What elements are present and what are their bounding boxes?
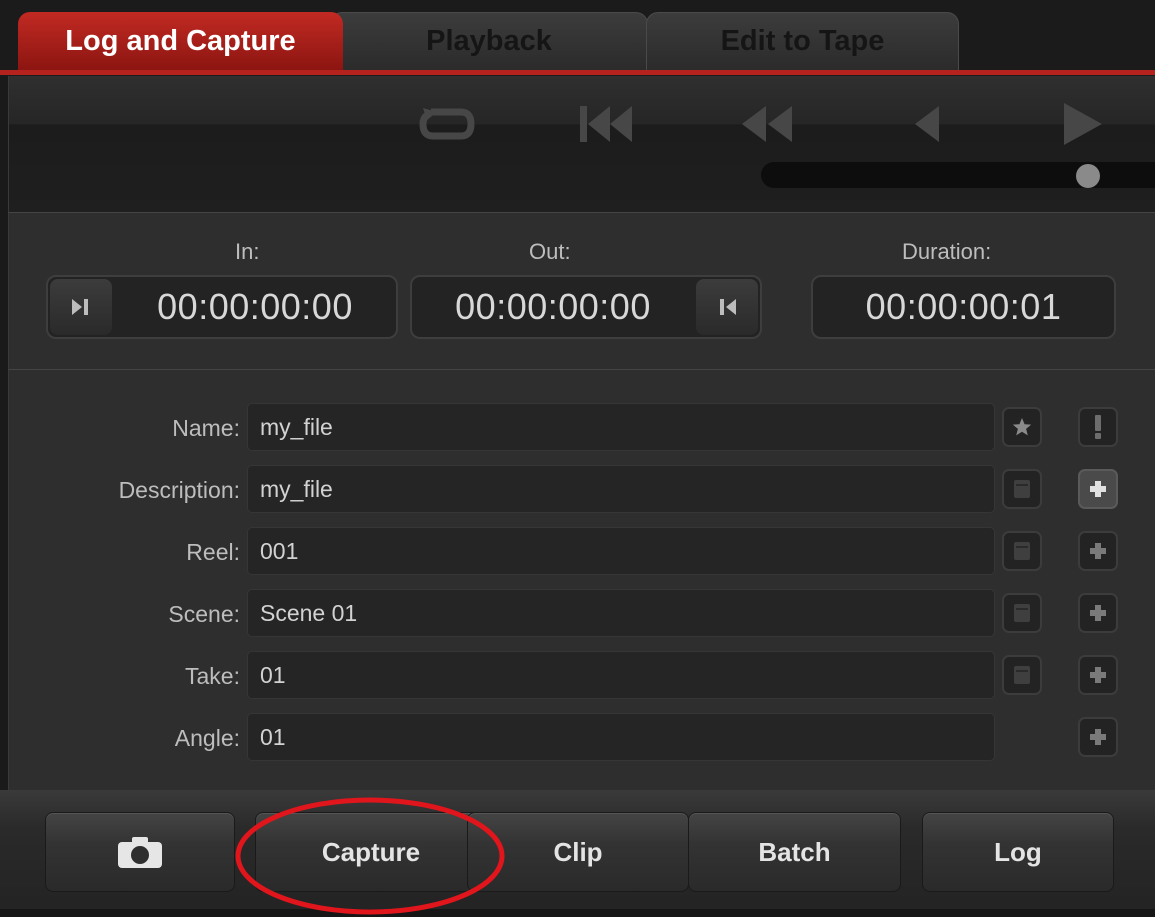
star-icon xyxy=(1012,418,1032,436)
clip-button[interactable]: Clip xyxy=(467,812,689,892)
tab-underline xyxy=(0,70,1155,75)
slate-icon xyxy=(1014,480,1030,498)
clip-metadata-panel: Name: my_file Description: my_file Reel:… xyxy=(8,370,1155,790)
reel-label: Reel: xyxy=(186,539,240,565)
plus-icon xyxy=(1090,729,1106,745)
description-add-button[interactable] xyxy=(1078,469,1118,509)
tab-log-and-capture[interactable]: Log and Capture xyxy=(18,12,343,70)
scene-add-button[interactable] xyxy=(1078,593,1118,633)
camera-icon xyxy=(118,837,162,868)
rewind-icon xyxy=(742,106,792,142)
jog-scrub-bar[interactable] xyxy=(761,162,1155,188)
step-back-icon xyxy=(915,106,939,142)
duration-label: Duration: xyxy=(902,239,992,264)
transport-controls xyxy=(8,76,1155,212)
rewind-button[interactable] xyxy=(731,98,801,150)
take-add-button[interactable] xyxy=(1078,655,1118,695)
angle-row: Angle: 01 xyxy=(9,713,1155,763)
name-field[interactable]: my_file xyxy=(247,403,995,451)
out-label: Out: xyxy=(529,239,571,264)
scene-slate-button[interactable] xyxy=(1002,593,1042,633)
scene-field[interactable]: Scene 01 xyxy=(247,589,995,637)
name-row: Name: my_file xyxy=(9,403,1155,453)
duration-timecode-value: 00:00:00:01 xyxy=(865,286,1062,327)
scrub-knob[interactable] xyxy=(1076,164,1100,188)
plus-icon xyxy=(1090,667,1106,683)
go-to-start-button[interactable] xyxy=(571,98,641,150)
description-slate-button[interactable] xyxy=(1002,469,1042,509)
reel-slate-button[interactable] xyxy=(1002,531,1042,571)
in-timecode-field[interactable]: 00:00:00:00 xyxy=(46,275,398,339)
take-label: Take: xyxy=(185,663,240,689)
name-label: Name: xyxy=(172,415,240,441)
go-to-start-icon xyxy=(580,106,632,142)
log-button[interactable]: Log xyxy=(922,812,1114,892)
step-back-button[interactable] xyxy=(902,98,952,150)
angle-field[interactable]: 01 xyxy=(247,713,995,761)
scene-row: Scene: Scene 01 xyxy=(9,589,1155,639)
take-field[interactable]: 01 xyxy=(247,651,995,699)
description-field[interactable]: my_file xyxy=(247,465,995,513)
batch-button[interactable]: Batch xyxy=(688,812,901,892)
out-timecode-field[interactable]: 00:00:00:00 xyxy=(410,275,762,339)
reel-row: Reel: 001 xyxy=(9,527,1155,577)
capture-button[interactable]: Capture xyxy=(255,812,487,892)
take-slate-button[interactable] xyxy=(1002,655,1042,695)
loop-icon xyxy=(419,108,475,140)
angle-label: Angle: xyxy=(174,725,240,751)
out-timecode-value: 00:00:00:00 xyxy=(455,286,651,327)
mark-out-button[interactable] xyxy=(696,279,758,335)
mark-good-button[interactable] xyxy=(1078,407,1118,447)
plus-icon xyxy=(1090,481,1106,497)
description-row: Description: my_file xyxy=(9,465,1155,515)
plus-icon xyxy=(1090,605,1106,621)
tab-playback[interactable]: Playback xyxy=(330,12,648,70)
slate-icon xyxy=(1014,604,1030,622)
tab-bar: Log and Capture Playback Edit to Tape xyxy=(0,0,1155,76)
scene-label: Scene: xyxy=(168,601,240,627)
angle-add-button[interactable] xyxy=(1078,717,1118,757)
in-timecode-value: 00:00:00:00 xyxy=(157,286,353,327)
duration-timecode-field[interactable]: 00:00:00:01 xyxy=(811,275,1116,339)
slate-icon xyxy=(1014,666,1030,684)
timecode-panel: In: Out: Duration: 00:00:00:00 00:00:00:… xyxy=(8,212,1155,370)
mark-in-button[interactable] xyxy=(50,279,112,335)
capture-now-button[interactable] xyxy=(45,812,235,892)
slate-icon xyxy=(1014,542,1030,560)
in-label: In: xyxy=(235,239,260,264)
bottom-edge xyxy=(0,909,1155,917)
play-button[interactable] xyxy=(1047,98,1117,150)
mark-out-icon xyxy=(720,299,736,315)
favorite-button[interactable] xyxy=(1002,407,1042,447)
reel-field[interactable]: 001 xyxy=(247,527,995,575)
loop-button[interactable] xyxy=(407,98,487,150)
play-icon xyxy=(1064,103,1102,145)
plus-icon xyxy=(1090,543,1106,559)
exclamation-icon xyxy=(1095,415,1101,439)
reel-add-button[interactable] xyxy=(1078,531,1118,571)
capture-button-bar: Capture Clip Batch Log xyxy=(0,790,1155,917)
take-row: Take: 01 xyxy=(9,651,1155,701)
description-label: Description: xyxy=(118,477,240,503)
tab-edit-to-tape[interactable]: Edit to Tape xyxy=(646,12,959,70)
mark-in-icon xyxy=(72,299,88,315)
